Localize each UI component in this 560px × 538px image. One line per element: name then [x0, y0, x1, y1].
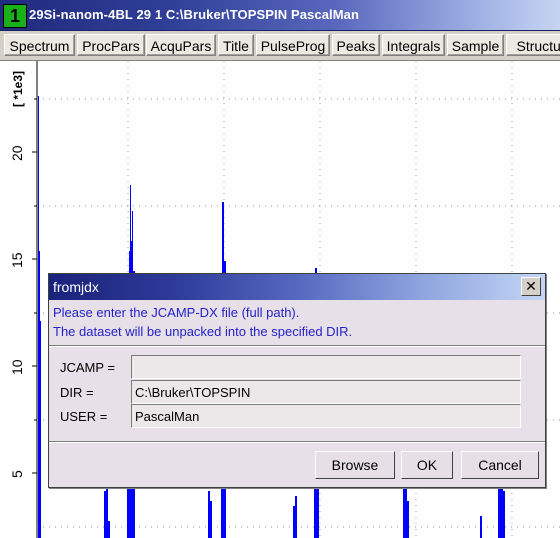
tab-spectrum[interactable]: Spectrum	[4, 34, 75, 56]
tab-sample[interactable]: Sample	[447, 34, 504, 56]
tab-title[interactable]: Title	[218, 34, 254, 56]
dialog-message-line-1: Please enter the JCAMP-DX file (full pat…	[53, 305, 300, 320]
cancel-button[interactable]: Cancel	[461, 451, 539, 479]
tab-acqupars[interactable]: AcquPars	[146, 34, 216, 56]
window-number-badge[interactable]: 1	[3, 4, 27, 28]
dialog-separator-top	[49, 345, 545, 347]
dialog-separator-bottom	[49, 441, 545, 443]
y-tick-label-5: 5	[9, 470, 25, 478]
dialog-message-line-2: The dataset will be unpacked into the sp…	[53, 324, 353, 339]
fromjdx-dialog: fromjdx ✕ Please enter the JCAMP-DX file…	[48, 273, 546, 488]
y-tick-label-10: 10	[9, 359, 25, 375]
ok-button[interactable]: OK	[401, 451, 453, 479]
y-axis-unit-label: [ *1e3]	[11, 71, 25, 107]
close-icon[interactable]: ✕	[521, 277, 541, 296]
tab-peaks[interactable]: Peaks	[332, 34, 380, 56]
tab-pulseprog[interactable]: PulseProg	[256, 34, 330, 56]
y-tick-label-15: 15	[9, 252, 25, 268]
dialog-title-bar[interactable]: fromjdx ✕	[49, 274, 545, 300]
y-axis-ticks	[32, 98, 37, 474]
tab-structure[interactable]: Structur	[506, 34, 560, 56]
user-label: USER =	[60, 409, 108, 424]
user-field[interactable]	[131, 404, 521, 428]
dir-field[interactable]	[131, 380, 521, 404]
y-tick-label-20: 20	[9, 145, 25, 161]
browse-button[interactable]: Browse	[315, 451, 395, 479]
tab-bar: Spectrum ProcPars AcquPars Title PulsePr…	[0, 31, 560, 61]
tab-integrals[interactable]: Integrals	[382, 34, 445, 56]
dir-label: DIR =	[60, 385, 94, 400]
tab-procpars[interactable]: ProcPars	[77, 34, 145, 56]
window-title-bar[interactable]: 1 29Si-nanom-4BL 29 1 C:\Bruker\TOPSPIN …	[0, 0, 560, 31]
jcamp-field[interactable]	[131, 355, 521, 379]
dialog-title: fromjdx	[53, 279, 99, 295]
window-title: 29Si-nanom-4BL 29 1 C:\Bruker\TOPSPIN Pa…	[29, 7, 360, 22]
jcamp-label: JCAMP =	[60, 360, 116, 375]
